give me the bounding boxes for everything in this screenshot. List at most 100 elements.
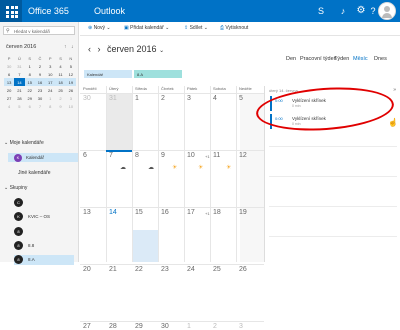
- mini-day[interactable]: 25: [55, 86, 65, 94]
- mini-day[interactable]: 27: [4, 94, 14, 102]
- mini-day[interactable]: 14: [14, 78, 25, 86]
- groups-header[interactable]: ⌄ Skupiny: [4, 185, 27, 191]
- mini-day[interactable]: 18: [55, 78, 66, 86]
- mini-day[interactable]: 1: [25, 62, 35, 70]
- day-cell-number[interactable]: 1: [135, 95, 139, 102]
- more-events[interactable]: +1: [205, 211, 210, 216]
- day-cell-number[interactable]: 11: [213, 152, 220, 159]
- view-month[interactable]: Měsíc: [353, 56, 368, 62]
- group-item[interactable]: K KVIC – OS: [14, 212, 74, 222]
- mini-next-icon[interactable]: ↓: [71, 44, 74, 50]
- mini-day[interactable]: 8: [45, 102, 55, 110]
- mini-day[interactable]: 5: [66, 62, 76, 70]
- mini-day[interactable]: 21: [14, 86, 24, 94]
- add-calendar-button[interactable]: ▣ Přidat kalendář ⌄: [124, 25, 169, 31]
- day-cell-number[interactable]: 1: [187, 323, 191, 330]
- mini-day[interactable]: 30: [35, 94, 45, 102]
- mini-day[interactable]: 31: [14, 62, 24, 70]
- my-calendars-header[interactable]: ⌄ Moje kalendáře: [4, 140, 44, 146]
- prev-month-icon[interactable]: ‹: [88, 44, 91, 54]
- mini-day[interactable]: 2: [35, 62, 45, 70]
- mini-day[interactable]: 26: [66, 86, 76, 94]
- mini-day[interactable]: 23: [35, 86, 45, 94]
- day-cell-number[interactable]: 9: [161, 152, 165, 159]
- day-cell-number[interactable]: 2: [213, 323, 217, 330]
- group-item[interactable]: C: [14, 198, 74, 208]
- view-today[interactable]: Dnes: [374, 56, 387, 62]
- mini-day[interactable]: 17: [45, 78, 56, 86]
- office365-brand[interactable]: Office 365: [28, 6, 69, 16]
- group-item[interactable]: 8 8.8: [14, 241, 74, 251]
- day-cell-number[interactable]: 16: [161, 209, 169, 216]
- mini-day[interactable]: 7: [14, 70, 24, 78]
- skype-icon[interactable]: S: [310, 0, 332, 22]
- mini-day[interactable]: 8: [25, 70, 35, 78]
- day-cell-number[interactable]: 23: [161, 266, 169, 273]
- day-cell-number[interactable]: 29: [135, 323, 143, 330]
- mini-day[interactable]: 6: [4, 70, 14, 78]
- mini-day[interactable]: 10: [45, 70, 55, 78]
- day-cell-number[interactable]: 20: [83, 266, 91, 273]
- day-cell-number[interactable]: 13: [83, 209, 91, 216]
- mini-day[interactable]: 19: [65, 78, 76, 86]
- day-cell-number[interactable]: 28: [109, 323, 117, 330]
- day-cell-number[interactable]: 8: [135, 152, 139, 159]
- mini-day[interactable]: 16: [34, 78, 46, 86]
- calendar-item[interactable]: K Kalendář: [8, 153, 78, 162]
- next-month-icon[interactable]: ›: [98, 44, 101, 54]
- app-launcher-icon[interactable]: [0, 0, 22, 22]
- day-cell-number[interactable]: 21: [109, 266, 117, 273]
- more-events[interactable]: +1: [205, 154, 210, 159]
- day-cell-number[interactable]: 10: [187, 152, 195, 159]
- mini-day[interactable]: 3: [45, 62, 55, 70]
- day-cell-number[interactable]: 5: [239, 95, 243, 102]
- other-calendars[interactable]: Jiné kalendáře: [18, 170, 51, 176]
- chevron-down-icon[interactable]: ⌄: [159, 48, 164, 54]
- mini-day[interactable]: 4: [4, 102, 14, 110]
- mini-day[interactable]: 2: [55, 94, 65, 102]
- mini-day[interactable]: 1: [45, 94, 55, 102]
- day-cell-number[interactable]: 25: [213, 266, 221, 273]
- day-cell-number[interactable]: 17: [187, 209, 195, 216]
- day-cell-number[interactable]: 31: [109, 95, 117, 102]
- mini-day[interactable]: 7: [35, 102, 45, 110]
- mini-day[interactable]: 5: [14, 102, 24, 110]
- mini-day[interactable]: 9: [55, 102, 65, 110]
- new-button[interactable]: ⊕ Nový ⌄: [88, 25, 111, 31]
- day-cell-number[interactable]: 19: [239, 209, 247, 216]
- search-input[interactable]: ⚲ Hledat v kalendáři: [3, 26, 75, 35]
- day-cell-number[interactable]: 4: [213, 95, 217, 102]
- mini-day[interactable]: 12: [66, 70, 76, 78]
- group-item[interactable]: 8: [14, 227, 74, 237]
- view-day[interactable]: Den: [286, 56, 296, 62]
- mini-day[interactable]: 3: [66, 94, 76, 102]
- view-workweek[interactable]: Pracovní týden: [300, 56, 337, 62]
- day-cell-number[interactable]: 14: [109, 209, 117, 216]
- day-cell-number[interactable]: 6: [83, 152, 87, 159]
- day-cell-number[interactable]: 18: [213, 209, 221, 216]
- day-cell-number[interactable]: 27: [83, 323, 91, 330]
- mini-day[interactable]: 11: [55, 70, 65, 78]
- mini-prev-icon[interactable]: ↑: [64, 44, 67, 50]
- mini-day[interactable]: 22: [25, 86, 35, 94]
- legend-group[interactable]: 8.A: [134, 70, 182, 78]
- mini-day[interactable]: 29: [25, 94, 35, 102]
- day-cell-number[interactable]: 3: [187, 95, 191, 102]
- day-cell-number[interactable]: 30: [83, 95, 91, 102]
- view-week[interactable]: Týden: [334, 56, 349, 62]
- mini-day[interactable]: 6: [25, 102, 35, 110]
- group-item[interactable]: 8 8.A: [14, 255, 74, 265]
- user-avatar[interactable]: [378, 2, 396, 20]
- mini-day[interactable]: 4: [55, 62, 65, 70]
- mini-day[interactable]: 9: [35, 70, 45, 78]
- mini-day[interactable]: 10: [66, 102, 76, 110]
- mini-day[interactable]: 24: [45, 86, 55, 94]
- day-cell-number[interactable]: 2: [161, 95, 165, 102]
- expand-icon[interactable]: »: [393, 87, 396, 93]
- day-cell-number[interactable]: 22: [135, 266, 143, 273]
- day-cell-number[interactable]: 30: [161, 323, 169, 330]
- print-button[interactable]: ⎙ Vytisknout: [220, 25, 248, 31]
- day-cell-number[interactable]: 3: [239, 323, 243, 330]
- mini-day[interactable]: 15: [24, 78, 35, 86]
- day-cell-number[interactable]: 7: [109, 152, 113, 159]
